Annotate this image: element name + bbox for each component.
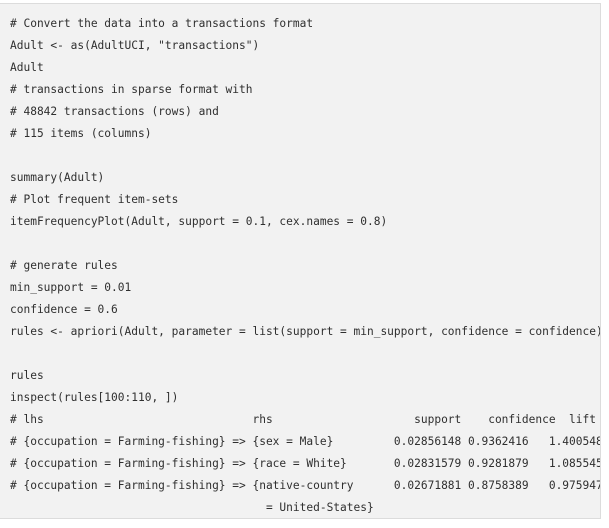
code-line: # {occupation = Farming-fishing} => {nat… bbox=[10, 479, 601, 492]
code-line: inspect(rules[100:110, ]) bbox=[10, 391, 179, 404]
code-line: itemFrequencyPlot(Adult, support = 0.1, … bbox=[10, 215, 388, 228]
code-content: # Convert the data into a transactions f… bbox=[0, 13, 601, 518]
code-line: = United-States} bbox=[10, 501, 374, 514]
code-line: # Convert the data into a transactions f… bbox=[10, 17, 314, 30]
code-line: # generate rules bbox=[10, 259, 118, 272]
code-line: Adult <- as(AdultUCI, "transactions") bbox=[10, 39, 260, 52]
code-line: # 115 items (columns) bbox=[10, 127, 152, 140]
code-line: # transactions in sparse format with bbox=[10, 83, 253, 96]
code-line: confidence = 0.6 bbox=[10, 303, 118, 316]
code-line: # {occupation = Farming-fishing} => {sex… bbox=[10, 435, 601, 448]
code-line: min_support = 0.01 bbox=[10, 281, 132, 294]
code-line: rules <- apriori(Adult, parameter = list… bbox=[10, 325, 601, 338]
code-line: rules bbox=[10, 369, 44, 382]
code-line: # {occupation = Farming-fishing} => {rac… bbox=[10, 457, 601, 470]
code-block: # Convert the data into a transactions f… bbox=[0, 3, 601, 519]
code-line: Adult bbox=[10, 61, 44, 74]
code-line: # 48842 transactions (rows) and bbox=[10, 105, 219, 118]
code-line: summary(Adult) bbox=[10, 171, 105, 184]
code-line: # Plot frequent item-sets bbox=[10, 193, 179, 206]
code-line: # lhs rhs support confidence lift bbox=[10, 413, 596, 426]
